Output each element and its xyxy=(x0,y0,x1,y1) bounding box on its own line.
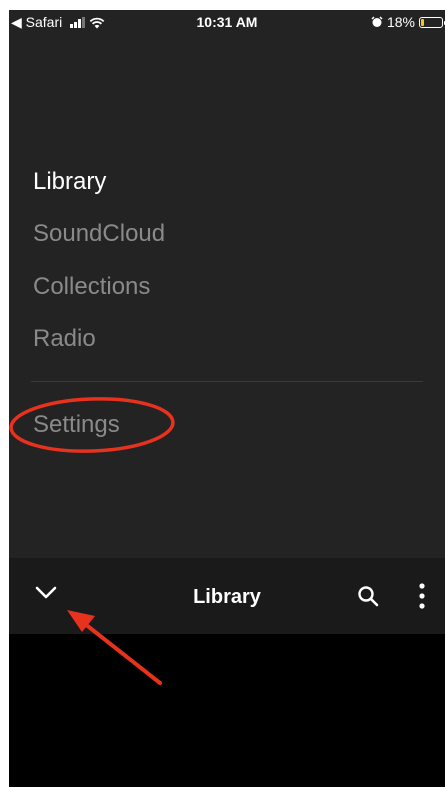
toolbar-title: Library xyxy=(193,586,261,608)
menu-item-collections[interactable]: Collections xyxy=(33,273,150,301)
app-screen: ◀ Safari 10:31 AM 18% Library SoundCloud… xyxy=(9,10,445,787)
search-icon xyxy=(358,586,379,607)
status-right: 18% xyxy=(371,14,445,30)
alarm-icon xyxy=(371,16,383,27)
menu-divider xyxy=(31,381,423,382)
status-bar: ◀ Safari 10:31 AM 18% xyxy=(9,10,445,36)
bottom-toolbar: Library xyxy=(9,558,445,634)
menu-item-radio[interactable]: Radio xyxy=(33,325,96,353)
menu-item-soundcloud[interactable]: SoundCloud xyxy=(33,220,165,248)
search-button[interactable] xyxy=(357,585,379,612)
menu-item-library[interactable]: Library xyxy=(33,168,106,196)
battery-level-fill xyxy=(421,18,424,26)
content-area xyxy=(9,634,445,787)
more-vertical-icon xyxy=(419,583,425,609)
more-options-button[interactable] xyxy=(418,582,426,615)
battery-percent: 18% xyxy=(386,14,415,30)
battery-icon xyxy=(419,16,445,28)
menu-item-settings[interactable]: Settings xyxy=(33,411,120,439)
